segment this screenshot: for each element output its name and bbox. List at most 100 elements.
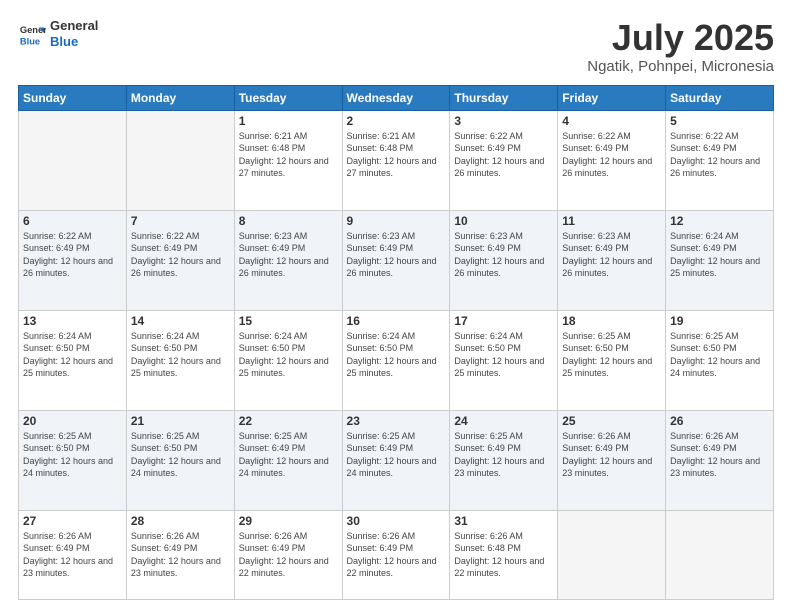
day-info: Sunrise: 6:25 AMSunset: 6:49 PMDaylight:… — [347, 430, 446, 480]
day-info: Sunrise: 6:25 AMSunset: 6:50 PMDaylight:… — [131, 430, 230, 480]
day-number: 24 — [454, 414, 553, 428]
subtitle: Ngatik, Pohnpei, Micronesia — [587, 58, 774, 75]
day-info: Sunrise: 6:26 AMSunset: 6:49 PMDaylight:… — [23, 530, 122, 580]
calendar-cell: 12Sunrise: 6:24 AMSunset: 6:49 PMDayligh… — [666, 210, 774, 310]
day-number: 28 — [131, 514, 230, 528]
day-number: 25 — [562, 414, 661, 428]
day-info: Sunrise: 6:22 AMSunset: 6:49 PMDaylight:… — [562, 130, 661, 180]
logo-blue: Blue — [50, 34, 98, 50]
calendar-cell: 15Sunrise: 6:24 AMSunset: 6:50 PMDayligh… — [234, 310, 342, 410]
header: General Blue General Blue July 2025 Ngat… — [18, 18, 774, 75]
day-number: 5 — [670, 114, 769, 128]
calendar-cell: 25 Sunrise: 6:26 AMSunset: 6:49 PMDayligh… — [558, 410, 666, 510]
calendar-week-row: 1 Sunrise: 6:21 AMSunset: 6:48 PMDaylight… — [19, 110, 774, 210]
calendar-cell: 9 Sunrise: 6:23 AMSunset: 6:49 PMDaylight… — [342, 210, 450, 310]
title-block: July 2025 Ngatik, Pohnpei, Micronesia — [587, 18, 774, 75]
page: General Blue General Blue July 2025 Ngat… — [0, 0, 792, 612]
calendar-cell: 20 Sunrise: 6:25 AMSunset: 6:50 PMDayligh… — [19, 410, 127, 510]
day-number: 13 — [23, 314, 122, 328]
day-number: 3 — [454, 114, 553, 128]
day-info: Sunrise: 6:22 AMSunset: 6:49 PMDaylight:… — [670, 130, 769, 180]
day-number: 4 — [562, 114, 661, 128]
calendar-cell: 14Sunrise: 6:24 AMSunset: 6:50 PMDayligh… — [126, 310, 234, 410]
day-info: Sunrise: 6:25 AMSunset: 6:50 PMDaylight:… — [562, 330, 661, 380]
day-info: Sunrise: 6:22 AMSunset: 6:49 PMDaylight:… — [454, 130, 553, 180]
day-info: Sunrise: 6:24 AMSunset: 6:50 PMDaylight:… — [347, 330, 446, 380]
day-info: Sunrise: 6:26 AMSunset: 6:49 PMDaylight:… — [347, 530, 446, 580]
calendar-table: SundayMondayTuesdayWednesdayThursdayFrid… — [18, 85, 774, 600]
day-number: 26 — [670, 414, 769, 428]
day-number: 20 — [23, 414, 122, 428]
day-number: 2 — [347, 114, 446, 128]
day-header-sunday: Sunday — [19, 85, 127, 110]
logo-icon: General Blue — [18, 20, 46, 48]
day-info: Sunrise: 6:26 AMSunset: 6:49 PMDaylight:… — [670, 430, 769, 480]
day-info: Sunrise: 6:26 AMSunset: 6:49 PMDaylight:… — [131, 530, 230, 580]
calendar-cell: 3 Sunrise: 6:22 AMSunset: 6:49 PMDaylight… — [450, 110, 558, 210]
day-info: Sunrise: 6:23 AMSunset: 6:49 PMDaylight:… — [239, 230, 338, 280]
day-number: 1 — [239, 114, 338, 128]
day-info: Sunrise: 6:21 AMSunset: 6:48 PMDaylight:… — [239, 130, 338, 180]
calendar-cell: 6Sunrise: 6:22 AMSunset: 6:49 PMDaylight… — [19, 210, 127, 310]
day-number: 10 — [454, 214, 553, 228]
logo-general: General — [50, 18, 98, 34]
calendar-cell — [666, 510, 774, 599]
day-number: 19 — [670, 314, 769, 328]
day-header-thursday: Thursday — [450, 85, 558, 110]
calendar-cell: 31 Sunrise: 6:26 AMSunset: 6:48 PMDayligh… — [450, 510, 558, 599]
calendar-cell: 19Sunrise: 6:25 AMSunset: 6:50 PMDayligh… — [666, 310, 774, 410]
day-info: Sunrise: 6:24 AMSunset: 6:50 PMDaylight:… — [454, 330, 553, 380]
calendar-cell: 24 Sunrise: 6:25 AMSunset: 6:49 PMDayligh… — [450, 410, 558, 510]
day-info: Sunrise: 6:25 AMSunset: 6:50 PMDaylight:… — [23, 430, 122, 480]
day-info: Sunrise: 6:25 AMSunset: 6:49 PMDaylight:… — [454, 430, 553, 480]
calendar-cell: 4 Sunrise: 6:22 AMSunset: 6:49 PMDaylight… — [558, 110, 666, 210]
calendar-cell: 27Sunrise: 6:26 AMSunset: 6:49 PMDayligh… — [19, 510, 127, 599]
calendar-cell: 8 Sunrise: 6:23 AMSunset: 6:49 PMDaylight… — [234, 210, 342, 310]
day-info: Sunrise: 6:25 AMSunset: 6:49 PMDaylight:… — [239, 430, 338, 480]
calendar-week-row: 27Sunrise: 6:26 AMSunset: 6:49 PMDayligh… — [19, 510, 774, 599]
day-number: 8 — [239, 214, 338, 228]
day-number: 11 — [562, 214, 661, 228]
calendar-cell: 1 Sunrise: 6:21 AMSunset: 6:48 PMDaylight… — [234, 110, 342, 210]
calendar-cell: 7 Sunrise: 6:22 AMSunset: 6:49 PMDaylight… — [126, 210, 234, 310]
day-info: Sunrise: 6:24 AMSunset: 6:50 PMDaylight:… — [23, 330, 122, 380]
day-header-wednesday: Wednesday — [342, 85, 450, 110]
calendar-header-row: SundayMondayTuesdayWednesdayThursdayFrid… — [19, 85, 774, 110]
calendar-cell — [558, 510, 666, 599]
calendar-cell: 26 Sunrise: 6:26 AMSunset: 6:49 PMDayligh… — [666, 410, 774, 510]
calendar-cell: 30 Sunrise: 6:26 AMSunset: 6:49 PMDayligh… — [342, 510, 450, 599]
day-number: 23 — [347, 414, 446, 428]
day-info: Sunrise: 6:23 AMSunset: 6:49 PMDaylight:… — [562, 230, 661, 280]
calendar-cell: 29 Sunrise: 6:26 AMSunset: 6:49 PMDayligh… — [234, 510, 342, 599]
calendar-cell: 28 Sunrise: 6:26 AMSunset: 6:49 PMDayligh… — [126, 510, 234, 599]
day-info: Sunrise: 6:22 AMSunset: 6:49 PMDaylight:… — [131, 230, 230, 280]
day-header-friday: Friday — [558, 85, 666, 110]
calendar-cell: 22Sunrise: 6:25 AMSunset: 6:49 PMDayligh… — [234, 410, 342, 510]
calendar-week-row: 6Sunrise: 6:22 AMSunset: 6:49 PMDaylight… — [19, 210, 774, 310]
day-number: 17 — [454, 314, 553, 328]
calendar-cell: 17 Sunrise: 6:24 AMSunset: 6:50 PMDayligh… — [450, 310, 558, 410]
day-header-monday: Monday — [126, 85, 234, 110]
day-number: 14 — [131, 314, 230, 328]
calendar-cell: 10Sunrise: 6:23 AMSunset: 6:49 PMDayligh… — [450, 210, 558, 310]
logo: General Blue General Blue — [18, 18, 98, 49]
day-number: 7 — [131, 214, 230, 228]
calendar-cell: 23 Sunrise: 6:25 AMSunset: 6:49 PMDayligh… — [342, 410, 450, 510]
calendar-week-row: 20 Sunrise: 6:25 AMSunset: 6:50 PMDayligh… — [19, 410, 774, 510]
calendar-cell: 11 Sunrise: 6:23 AMSunset: 6:49 PMDayligh… — [558, 210, 666, 310]
day-info: Sunrise: 6:26 AMSunset: 6:49 PMDaylight:… — [239, 530, 338, 580]
calendar-cell: 18Sunrise: 6:25 AMSunset: 6:50 PMDayligh… — [558, 310, 666, 410]
day-header-saturday: Saturday — [666, 85, 774, 110]
day-number: 31 — [454, 514, 553, 528]
day-number: 30 — [347, 514, 446, 528]
calendar-cell: 5 Sunrise: 6:22 AMSunset: 6:49 PMDaylight… — [666, 110, 774, 210]
day-number: 29 — [239, 514, 338, 528]
day-number: 16 — [347, 314, 446, 328]
day-number: 12 — [670, 214, 769, 228]
day-number: 9 — [347, 214, 446, 228]
day-info: Sunrise: 6:26 AMSunset: 6:49 PMDaylight:… — [562, 430, 661, 480]
day-info: Sunrise: 6:22 AMSunset: 6:49 PMDaylight:… — [23, 230, 122, 280]
day-info: Sunrise: 6:26 AMSunset: 6:48 PMDaylight:… — [454, 530, 553, 580]
calendar-cell — [19, 110, 127, 210]
day-info: Sunrise: 6:23 AMSunset: 6:49 PMDaylight:… — [347, 230, 446, 280]
